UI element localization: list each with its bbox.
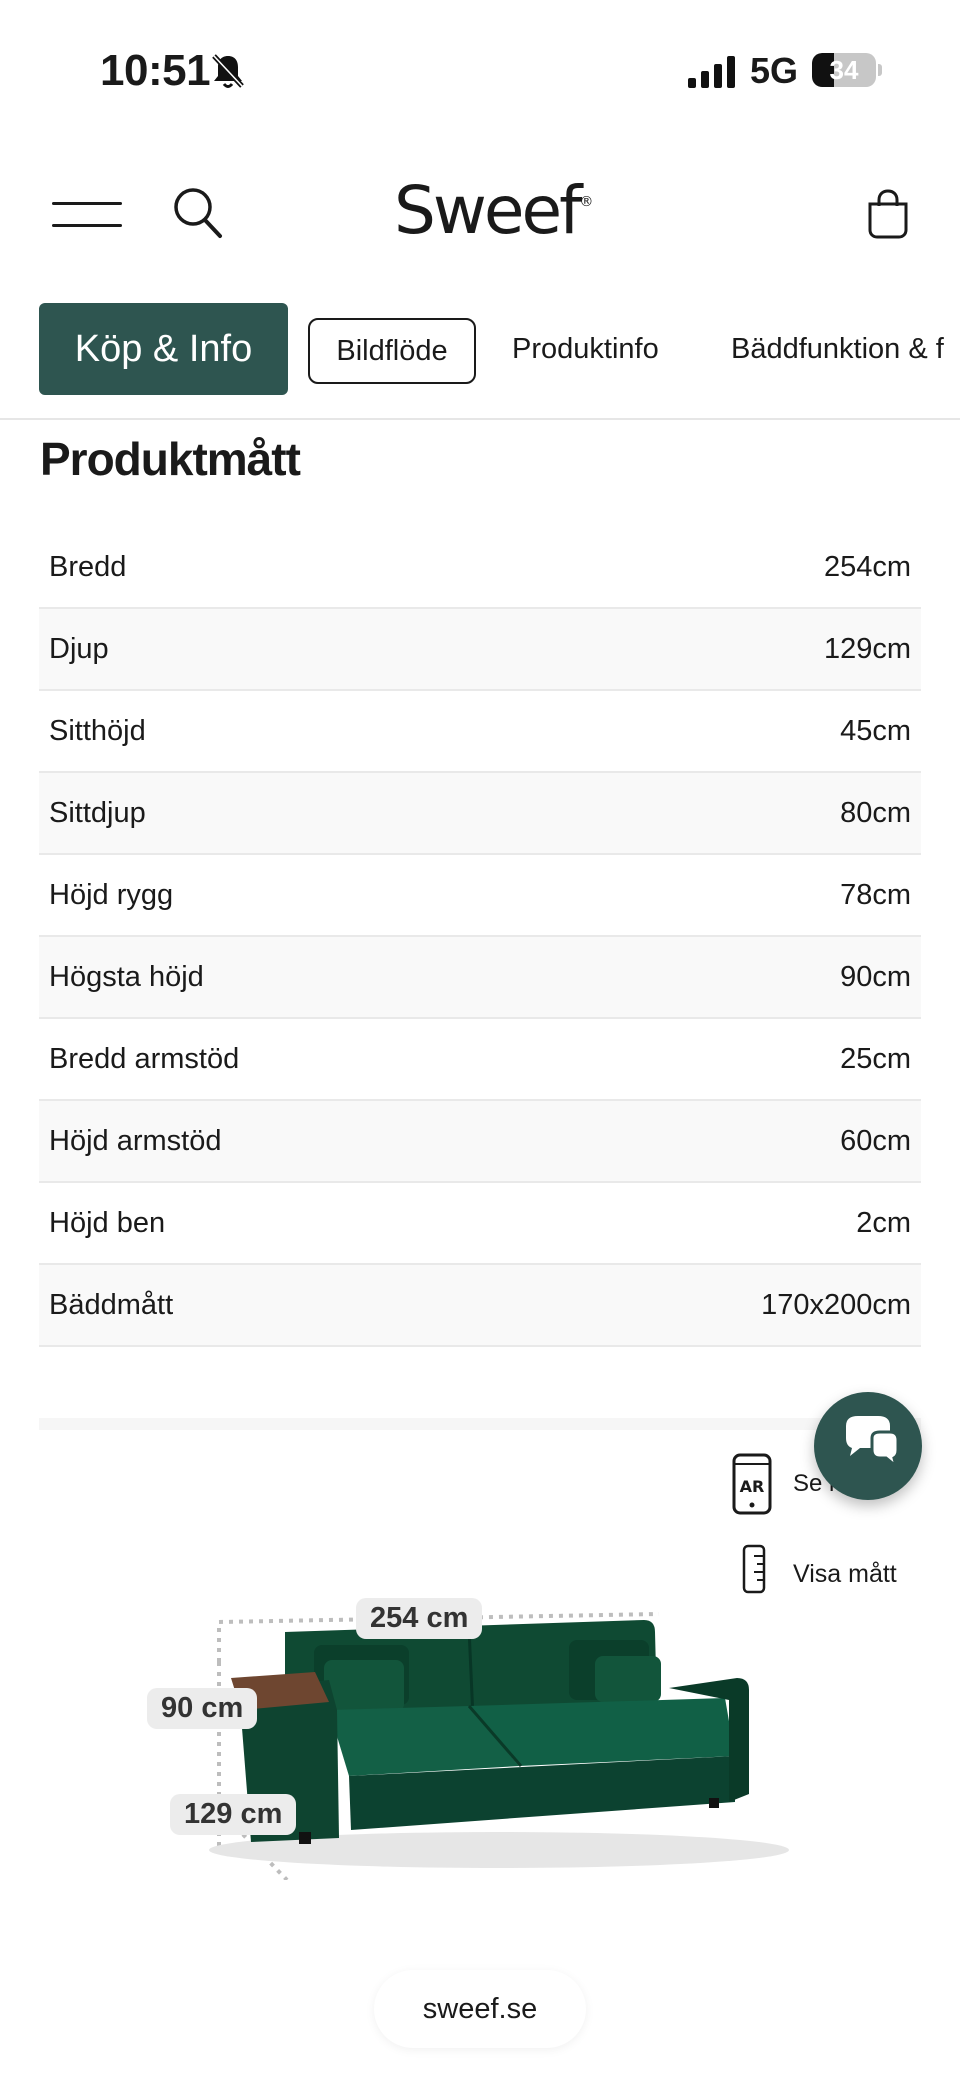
status-bar: 10:51 5G 34	[0, 0, 960, 140]
url-pill[interactable]: sweef.se	[374, 1970, 586, 2048]
dimension-width-label: 254 cm	[356, 1598, 483, 1639]
battery-level: 34	[829, 55, 859, 85]
row-value: 90cm	[840, 961, 911, 993]
section-tabs: Köp & Info Bildflöde Produktinfo Bäddfun…	[0, 300, 960, 420]
dimension-height-label: 90 cm	[147, 1688, 258, 1729]
row-value: 60cm	[840, 1125, 911, 1157]
table-row: Bredd 254cm	[39, 527, 921, 609]
row-label: Bredd	[49, 551, 127, 583]
cart-bag-icon[interactable]	[866, 188, 910, 240]
product-3d-viewer[interactable]: AR Se i Visa mått 254 cm 90 cm 129 cm	[39, 1430, 921, 1990]
row-value: 78cm	[840, 879, 911, 911]
network-type: 5G	[750, 50, 799, 91]
row-value: 80cm	[840, 797, 911, 829]
row-label: Sittdjup	[49, 797, 146, 829]
table-row: Sittdjup 80cm	[39, 773, 921, 855]
status-time: 10:51	[100, 46, 211, 95]
section-divider	[39, 1418, 921, 1430]
menu-icon[interactable]	[52, 202, 122, 232]
table-row: Bredd armstöd 25cm	[39, 1019, 921, 1101]
brand-logo[interactable]: Sweef®	[394, 172, 593, 249]
chat-button[interactable]	[814, 1392, 922, 1500]
table-row: Bäddmått 170x200cm	[39, 1265, 921, 1347]
table-row: Sitthöjd 45cm	[39, 691, 921, 773]
row-value: 170x200cm	[761, 1289, 911, 1321]
ar-icon-text: AR	[740, 1477, 765, 1496]
registered-mark: ®	[579, 194, 594, 210]
cellular-signal-icon	[688, 56, 735, 88]
row-label: Höjd ben	[49, 1207, 166, 1239]
site-header: Sweef®	[0, 160, 960, 270]
tab-kop-info[interactable]: Köp & Info	[39, 303, 288, 395]
table-row: Höjd armstöd 60cm	[39, 1101, 921, 1183]
row-label: Höjd armstöd	[49, 1125, 222, 1157]
row-label: Djup	[49, 633, 109, 665]
ar-phone-icon[interactable]: AR	[731, 1452, 775, 1516]
bell-muted-icon	[212, 54, 244, 88]
chat-bubbles-icon	[846, 1416, 900, 1470]
row-label: Bredd armstöd	[49, 1043, 240, 1075]
row-label: Bäddmått	[49, 1289, 174, 1321]
search-icon[interactable]	[172, 186, 224, 240]
table-row: Höjd rygg 78cm	[39, 855, 921, 937]
dimension-depth-label: 129 cm	[170, 1794, 297, 1835]
row-value: 45cm	[840, 715, 911, 747]
row-label: Sitthöjd	[49, 715, 146, 747]
tab-bildflode[interactable]: Bildflöde	[308, 318, 476, 384]
row-label: Höjd rygg	[49, 879, 174, 911]
table-row: Höjd ben 2cm	[39, 1183, 921, 1265]
table-row: Djup 129cm	[39, 609, 921, 691]
tab-produktinfo[interactable]: Produktinfo	[512, 318, 659, 380]
tab-baddfunktion[interactable]: Bäddfunktion & f	[731, 318, 944, 380]
row-label: Högsta höjd	[49, 961, 204, 993]
section-title: Produktmått	[40, 433, 301, 485]
battery-icon: 34	[812, 53, 876, 87]
row-value: 254cm	[823, 551, 911, 583]
row-value: 25cm	[840, 1043, 911, 1075]
row-value: 2cm	[856, 1207, 911, 1239]
show-dimensions-label[interactable]: Visa mått	[793, 1560, 897, 1589]
dimensions-table: Bredd 254cm Djup 129cm Sitthöjd 45cm Sittdj…	[39, 527, 921, 1347]
battery-tip	[878, 64, 882, 76]
table-row: Högsta höjd 90cm	[39, 937, 921, 1019]
logo-text: Sweef	[394, 172, 582, 249]
row-value: 129cm	[823, 633, 911, 665]
